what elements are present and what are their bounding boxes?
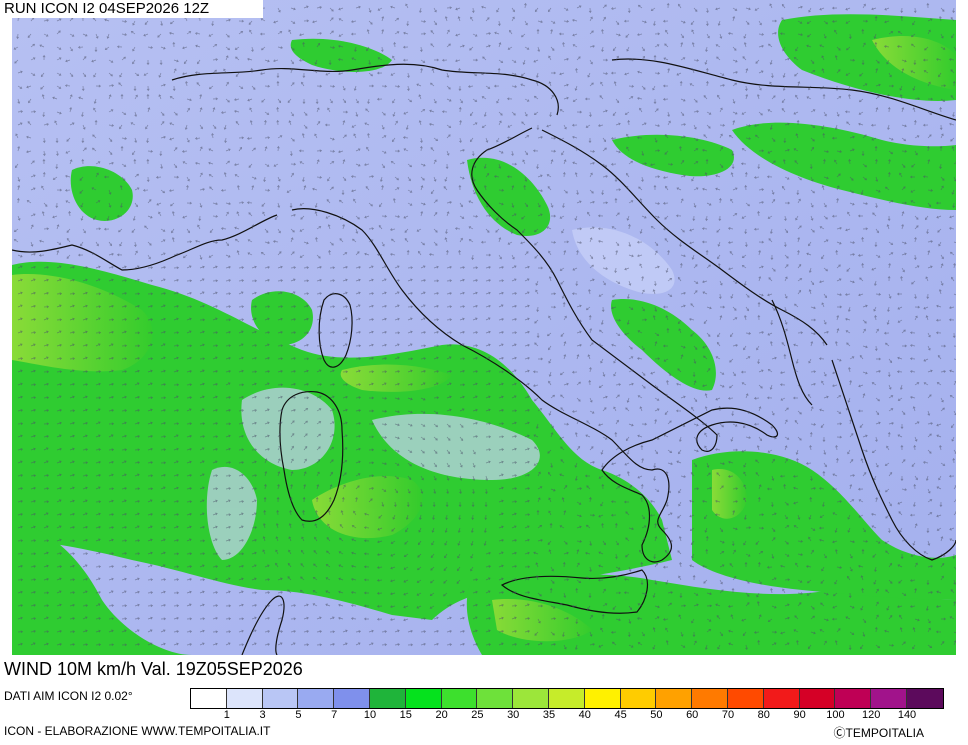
legend-label: 140 xyxy=(897,709,917,721)
legend-labels: 1 3 5 7 10 15 20 25 30 35 40 45 50 60 70 80 90 100 120 140 xyxy=(190,709,966,723)
legend-label: 45 xyxy=(614,709,627,721)
legend-label: 30 xyxy=(507,709,520,721)
legend-swatch xyxy=(906,689,943,708)
legend-swatch xyxy=(727,689,764,708)
wind-map xyxy=(12,0,956,655)
data-source-label: DATI AIM ICON I2 0.02° xyxy=(4,689,133,703)
legend-label: 15 xyxy=(399,709,412,721)
run-label: RUN ICON I2 04SEP2026 12Z xyxy=(0,0,263,18)
legend-swatch xyxy=(405,689,442,708)
legend-label: 60 xyxy=(686,709,699,721)
color-legend xyxy=(190,688,944,709)
legend-swatch xyxy=(763,689,800,708)
legend-swatch xyxy=(620,689,657,708)
legend-swatch xyxy=(334,689,370,708)
footer-copyright: ⒸTEMPOITALIA xyxy=(833,726,924,740)
legend-swatch xyxy=(656,689,693,708)
legend-swatch xyxy=(226,689,263,708)
legend-label: 20 xyxy=(435,709,448,721)
legend-swatch xyxy=(477,689,514,708)
legend-swatch xyxy=(369,689,406,708)
legend-swatch xyxy=(441,689,478,708)
legend-swatch xyxy=(262,689,299,708)
legend-label: 50 xyxy=(650,709,663,721)
legend-swatch xyxy=(871,689,907,708)
legend-label: 100 xyxy=(826,709,845,721)
legend-label: 90 xyxy=(793,709,806,721)
legend-label: 80 xyxy=(757,709,770,721)
legend-label: 40 xyxy=(578,709,591,721)
legend-swatch xyxy=(191,689,227,708)
footer-credit: ICON - ELABORAZIONE WWW.TEMPOITALIA.IT xyxy=(4,724,271,738)
legend-label: 25 xyxy=(471,709,484,721)
legend-swatch xyxy=(692,689,728,708)
legend-swatch xyxy=(799,689,836,708)
legend-label: 3 xyxy=(259,709,266,721)
map-title: WIND 10M km/h Val. 19Z05SEP2026 xyxy=(0,656,414,684)
legend-label: 5 xyxy=(295,709,302,721)
legend-label: 70 xyxy=(721,709,735,721)
legend-swatch xyxy=(835,689,872,708)
legend-swatch xyxy=(513,689,549,708)
legend-label: 35 xyxy=(542,709,556,721)
legend-swatch xyxy=(298,689,335,708)
legend-swatch xyxy=(584,689,621,708)
legend-label: 1 xyxy=(223,709,230,721)
legend-swatch xyxy=(548,689,585,708)
legend-label: 120 xyxy=(862,709,881,721)
legend-label: 7 xyxy=(331,709,338,721)
legend-label: 10 xyxy=(363,709,377,721)
